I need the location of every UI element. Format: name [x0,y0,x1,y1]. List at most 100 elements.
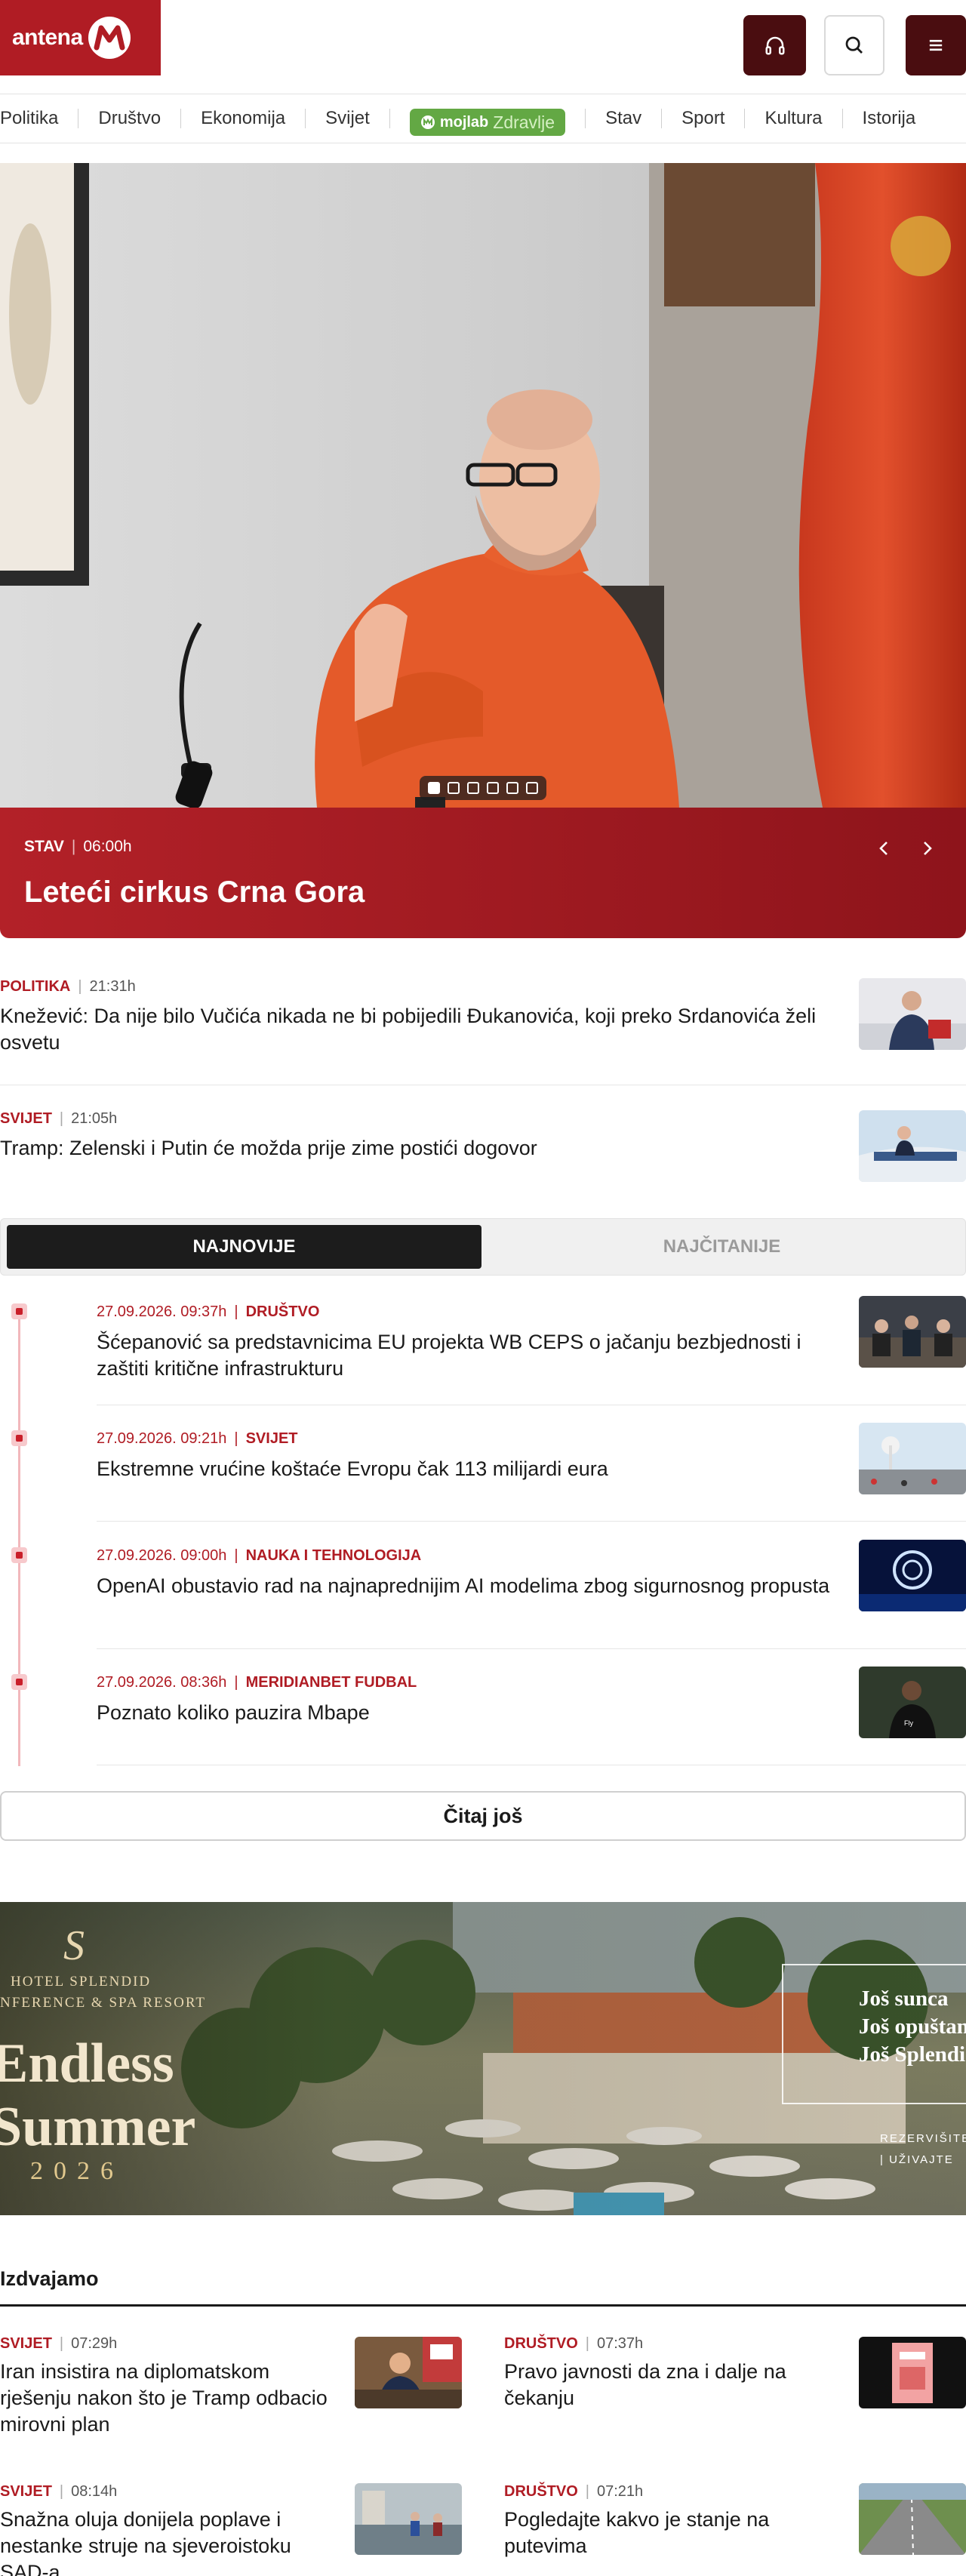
site-header: antena [0,0,966,94]
nav-item-sport[interactable]: Sport [662,109,746,128]
nav-item-stav[interactable]: Stav [586,109,663,128]
ad-cta-line: REZERVIŠITE [880,2132,966,2145]
slider-dot-3[interactable] [467,782,479,794]
timeline-marker [11,1674,27,1690]
story-thumbnail[interactable] [859,978,966,1050]
timeline-thumbnail[interactable] [859,1423,966,1494]
chevron-left-icon [879,842,888,855]
timeline-date: 27.09.2026. 09:21h [97,1430,227,1447]
card-category[interactable]: DRUŠTVO [504,2483,578,2501]
timeline-meta: 27.09.2026. 08:36h | MERIDIANBET FUDBAL [97,1674,417,1691]
headphones-button[interactable] [743,15,806,75]
story-thumbnail[interactable] [859,1110,966,1182]
ad-cta: REZERVIŠITE | UŽIVAJTE [880,2128,966,2171]
slider-dot-6[interactable] [526,782,538,794]
meta-separator: | [585,2483,589,2500]
tab-most-read[interactable]: NAJČITANIJE [485,1225,959,1269]
meta-separator: | [59,1110,64,1127]
logo-m-mark [86,14,133,61]
card-thumbnail[interactable] [355,2337,462,2408]
search-button[interactable] [824,15,884,75]
hamburger-menu-icon [929,39,943,51]
featured-card[interactable]: SVIJET | 08:14h Snažna oluja donijela po… [0,2483,462,2576]
ad-title-line: Summer [0,2096,196,2158]
search-icon [845,36,863,54]
nav-item-zdravlje-wrapper: mojlab Zdravlje [390,109,586,136]
ad-slogan-line: Još sunca [859,1987,949,2011]
site-logo[interactable]: antena [0,0,161,75]
top-story[interactable]: POLITIKA | 21:31h Knežević: Da nije bilo… [0,978,966,1054]
card-thumbnail[interactable] [859,2337,966,2408]
slider-dot-4[interactable] [487,782,499,794]
card-thumbnail[interactable] [859,2483,966,2555]
story-meta: SVIJET | 21:05h [0,1110,966,1128]
timeline-category[interactable]: NAUKA I TEHNOLOGIJA [246,1547,422,1565]
ad-slogan-line: Još opuštan [859,2014,966,2039]
card-title[interactable]: Snažna oluja donijela poplave i nestanke… [0,2507,332,2576]
hero-title[interactable]: Leteći cirkus Crna Gora [24,876,365,909]
hero-image[interactable] [0,163,966,808]
featured-card[interactable]: DRUŠTVO | 07:21h Pogledajte kakvo je sta… [504,2483,966,2559]
timeline-thumbnail[interactable] [859,1296,966,1368]
story-meta: POLITIKA | 21:31h [0,978,966,996]
card-category[interactable]: SVIJET [0,2483,52,2501]
nav-item-ekonomija[interactable]: Ekonomija [181,109,306,128]
timeline-category[interactable]: DRUŠTVO [246,1303,320,1321]
read-more-button[interactable]: Čitaj još [0,1791,966,1841]
story-category[interactable]: SVIJET [0,1110,52,1128]
timeline-meta: 27.09.2026. 09:00h | NAUKA I TEHNOLOGIJA [97,1547,421,1565]
menu-button[interactable] [906,15,966,75]
nav-item-kultura[interactable]: Kultura [745,109,843,128]
nav-item-drustvo[interactable]: Društvo [78,109,182,128]
timeline-meta: 27.09.2026. 09:37h | DRUŠTVO [97,1303,319,1321]
slider-dot-1[interactable] [428,782,440,794]
nav-item-politika[interactable]: Politika [0,109,79,128]
section-underline [0,2304,966,2307]
timeline-thumbnail[interactable] [859,1540,966,1611]
slider-prev-button[interactable] [869,833,900,863]
slider-dot-2[interactable] [448,782,460,794]
mojlab-brand: mojlab [439,114,489,131]
slider-next-button[interactable] [912,833,942,863]
card-thumbnail[interactable] [355,2483,462,2555]
card-category[interactable]: DRUŠTVO [504,2335,578,2353]
timeline-thumbnail[interactable]: Fly [859,1667,966,1738]
meta-separator: | [71,838,76,855]
timeline-title[interactable]: Poznato koliko pauzira Mbape [97,1700,836,1726]
card-category[interactable]: SVIJET [0,2335,52,2353]
ad-brand-line: HOTEL SPLENDID [11,1974,152,1990]
slider-dot-5[interactable] [506,782,518,794]
card-title[interactable]: Iran insistira na diplomatskom rješenju … [0,2359,332,2438]
timeline-category[interactable]: MERIDIANBET FUDBAL [246,1674,417,1691]
zdravlje-label: Zdravlje [493,112,555,132]
hero-category[interactable]: STAV [24,838,64,856]
timeline-category[interactable]: SVIJET [246,1430,298,1448]
card-title[interactable]: Pogledajte kakvo je stanje na putevima [504,2507,836,2559]
tab-latest[interactable]: NAJNOVIJE [7,1225,481,1269]
timeline-title[interactable]: Ekstremne vrućine koštaće Evropu čak 113… [97,1456,836,1482]
featured-card[interactable]: DRUŠTVO | 07:37h Pravo javnosti da zna i… [504,2335,966,2411]
timeline-marker [11,1430,27,1446]
hero-caption[interactable]: STAV | 06:00h Leteći cirkus Crna Gora [0,808,966,938]
story-category[interactable]: POLITIKA [0,978,70,996]
timeline-title[interactable]: Šćepanović sa predstavnicima EU projekta… [97,1329,836,1382]
nav-item-istorija[interactable]: Istorija [843,109,916,128]
meta-separator: | [234,1547,238,1564]
nav-item-svijet[interactable]: Svijet [306,109,390,128]
featured-card[interactable]: SVIJET | 07:29h Iran insistira na diplom… [0,2335,462,2438]
timeline-marker [11,1547,27,1563]
card-title[interactable]: Pravo javnosti da zna i dalje na čekanju [504,2359,836,2411]
ad-title: Endless Summer [0,2032,195,2159]
meta-separator: | [234,1674,238,1691]
nav-item-mojlab-zdravlje[interactable]: mojlab Zdravlje [409,109,566,136]
timeline-title[interactable]: OpenAI obustavio rad na najnaprednijim A… [97,1573,836,1599]
top-story[interactable]: SVIJET | 21:05h Tramp: Zelenski i Putin … [0,1110,966,1186]
ad-title-line: Endless [0,2033,174,2094]
mojlab-logo-icon [420,115,435,129]
story-title[interactable]: Tramp: Zelenski i Putin će možda prije z… [0,1135,823,1162]
hero-slider[interactable]: STAV | 06:00h Leteći cirkus Crna Gora [0,163,966,938]
ad-banner[interactable]: S HOTEL SPLENDID NFERENCE & SPA RESORT E… [0,1902,966,2215]
card-time: 07:37h [597,2335,644,2352]
story-title[interactable]: Knežević: Da nije bilo Vučića nikada ne … [0,1003,823,1056]
hero-meta: STAV | 06:00h [24,838,132,856]
